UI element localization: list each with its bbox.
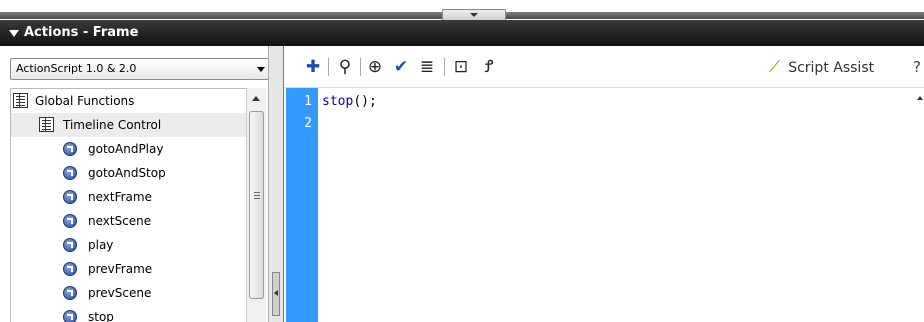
add-statement-icon[interactable]: ✚ bbox=[302, 56, 324, 78]
script-toolbar: ✚ ⚲ ⊕ ✔ ≣ ⊡ Ꝭ ⟋ Script Assist ? bbox=[284, 46, 924, 88]
tree-item-gotoandplay[interactable]: gotoAndPlay bbox=[11, 137, 246, 161]
toolbar-separator bbox=[444, 58, 445, 76]
debug-options-icon[interactable]: Ꝭ bbox=[478, 56, 500, 78]
find-icon[interactable]: ⚲ bbox=[334, 56, 356, 78]
panel-title: Actions - Frame bbox=[24, 25, 139, 40]
tree-scrollbar[interactable] bbox=[246, 88, 266, 322]
action-icon bbox=[63, 262, 77, 276]
scroll-up-icon[interactable] bbox=[252, 96, 260, 101]
script-assist-label: Script Assist bbox=[788, 60, 875, 76]
action-icon bbox=[63, 166, 77, 180]
insert-target-path-icon[interactable]: ⊕ bbox=[364, 56, 386, 78]
toolbar-separator bbox=[328, 58, 329, 76]
action-icon bbox=[63, 286, 77, 300]
splitter-handle[interactable] bbox=[272, 272, 280, 316]
panel-titlebar[interactable]: Actions - Frame bbox=[0, 20, 924, 46]
code-hint-icon[interactable]: ⊡ bbox=[450, 56, 472, 78]
tree-item-prevframe[interactable]: prevFrame bbox=[11, 257, 246, 281]
scrollbar-thumb[interactable] bbox=[249, 111, 264, 299]
magic-wand-icon: ⟋ bbox=[769, 57, 781, 76]
action-icon bbox=[63, 142, 77, 156]
tree-item-label: gotoAndPlay bbox=[88, 142, 164, 156]
action-icon bbox=[63, 190, 77, 204]
help-icon[interactable]: ? bbox=[913, 56, 921, 78]
grip-icon bbox=[254, 192, 260, 193]
tree-item-label: stop bbox=[88, 310, 114, 322]
tree-item-stop[interactable]: stop bbox=[11, 305, 246, 322]
language-select-value: ActionScript 1.0 & 2.0 bbox=[16, 62, 137, 75]
action-icon bbox=[63, 310, 77, 322]
code-keyword: stop bbox=[322, 94, 354, 109]
code-text: (); bbox=[353, 94, 377, 109]
tree-item-label: play bbox=[88, 238, 114, 252]
toolbar-separator bbox=[360, 58, 361, 76]
tree-item-gotoandstop[interactable]: gotoAndStop bbox=[11, 161, 246, 185]
tree-item-nextscene[interactable]: nextScene bbox=[11, 209, 246, 233]
book-icon bbox=[39, 117, 54, 132]
actions-tree: Global Functions Timeline Control gotoAn… bbox=[10, 88, 246, 322]
script-editor[interactable]: stop(); bbox=[318, 88, 924, 322]
pane-splitter[interactable] bbox=[268, 46, 284, 322]
collapse-left-icon bbox=[274, 290, 278, 296]
line-number: 2 bbox=[304, 116, 312, 131]
chevron-down-icon[interactable] bbox=[257, 67, 265, 72]
auto-format-icon[interactable]: ≣ bbox=[416, 56, 438, 78]
book-icon bbox=[13, 93, 28, 108]
tree-item-global-functions[interactable]: Global Functions bbox=[11, 89, 246, 113]
action-icon bbox=[63, 238, 77, 252]
language-select[interactable]: ActionScript 1.0 & 2.0 bbox=[10, 58, 272, 80]
tree-item-label: gotoAndStop bbox=[88, 166, 166, 180]
check-syntax-icon[interactable]: ✔ bbox=[390, 56, 412, 78]
collapse-triangle-icon[interactable] bbox=[9, 30, 19, 37]
script-assist-button[interactable]: ⟋ Script Assist bbox=[769, 56, 874, 78]
code-line[interactable]: stop(); bbox=[322, 92, 377, 112]
tree-item-timeline-control[interactable]: Timeline Control bbox=[11, 113, 246, 137]
tree-item-prevscene[interactable]: prevScene bbox=[11, 281, 246, 305]
line-number-gutter: 1 2 bbox=[286, 88, 318, 322]
panel-top-strip bbox=[0, 0, 924, 20]
tree-item-play[interactable]: play bbox=[11, 233, 246, 257]
tree-item-label: Timeline Control bbox=[63, 118, 162, 132]
editor-scrollbar[interactable] bbox=[916, 88, 924, 322]
tree-item-label: prevScene bbox=[88, 286, 152, 300]
action-icon bbox=[63, 214, 77, 228]
tree-item-label: prevFrame bbox=[88, 262, 153, 276]
line-number: 1 bbox=[304, 94, 312, 109]
scroll-up-icon[interactable] bbox=[917, 96, 923, 100]
actions-toolbox: ActionScript 1.0 & 2.0 Global Functions … bbox=[0, 46, 278, 322]
tree-item-label: nextFrame bbox=[88, 190, 152, 204]
tree-item-nextframe[interactable]: nextFrame bbox=[11, 185, 246, 209]
collapse-arrow-icon bbox=[470, 13, 478, 17]
tree-item-label: nextScene bbox=[88, 214, 152, 228]
tree-item-label: Global Functions bbox=[35, 94, 135, 108]
